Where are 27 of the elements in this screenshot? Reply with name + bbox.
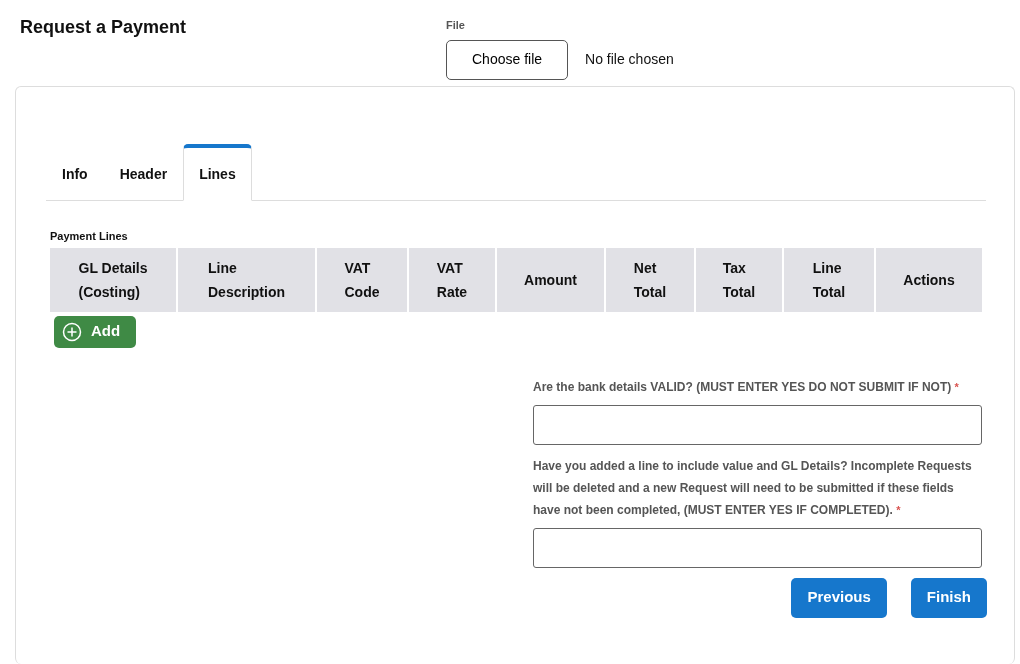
required-asterisk: * bbox=[896, 503, 901, 516]
column-header: Tax Total bbox=[696, 247, 784, 312]
column-header: Line Description bbox=[178, 247, 317, 312]
tab[interactable]: Header bbox=[103, 144, 184, 201]
page-title: Request a Payment bbox=[20, 17, 188, 39]
question-label: Are the bank details VALID? (MUST ENTER YES DO NOT SUBMIT IF NOT) * bbox=[533, 378, 960, 396]
column-header: GL Details (Costing) bbox=[50, 247, 178, 312]
file-status: No file chosen bbox=[585, 50, 674, 69]
answer-field[interactable] bbox=[533, 404, 982, 445]
required-asterisk: * bbox=[954, 380, 959, 393]
finish-button[interactable]: Finish bbox=[910, 577, 987, 618]
file-label: File bbox=[446, 18, 466, 33]
answer-field[interactable] bbox=[533, 527, 982, 568]
column-header: VAT Code bbox=[317, 247, 409, 312]
column-header: Line Total bbox=[784, 247, 876, 312]
column-header: Amount bbox=[497, 247, 606, 312]
column-header: VAT Rate bbox=[409, 247, 497, 312]
column-header: Actions bbox=[876, 247, 982, 312]
tab[interactable]: Lines bbox=[183, 144, 252, 201]
previous-button[interactable]: Previous bbox=[791, 577, 887, 618]
choose-file-button[interactable]: Choose file bbox=[446, 39, 569, 80]
table-caption: Payment Lines bbox=[50, 229, 128, 244]
plus-circle-icon bbox=[62, 321, 82, 342]
tab[interactable]: Info bbox=[46, 144, 104, 201]
column-header: Net Total bbox=[606, 247, 696, 312]
add-button[interactable]: Add bbox=[54, 315, 137, 348]
question-label: Have you added a line to include value and GL Details? Incomplete Requests will be deleted and a new Request will need to be submitted if these fields have not been completed, (MUST ENTER YES IF COMPLETED). * bbox=[533, 457, 973, 519]
